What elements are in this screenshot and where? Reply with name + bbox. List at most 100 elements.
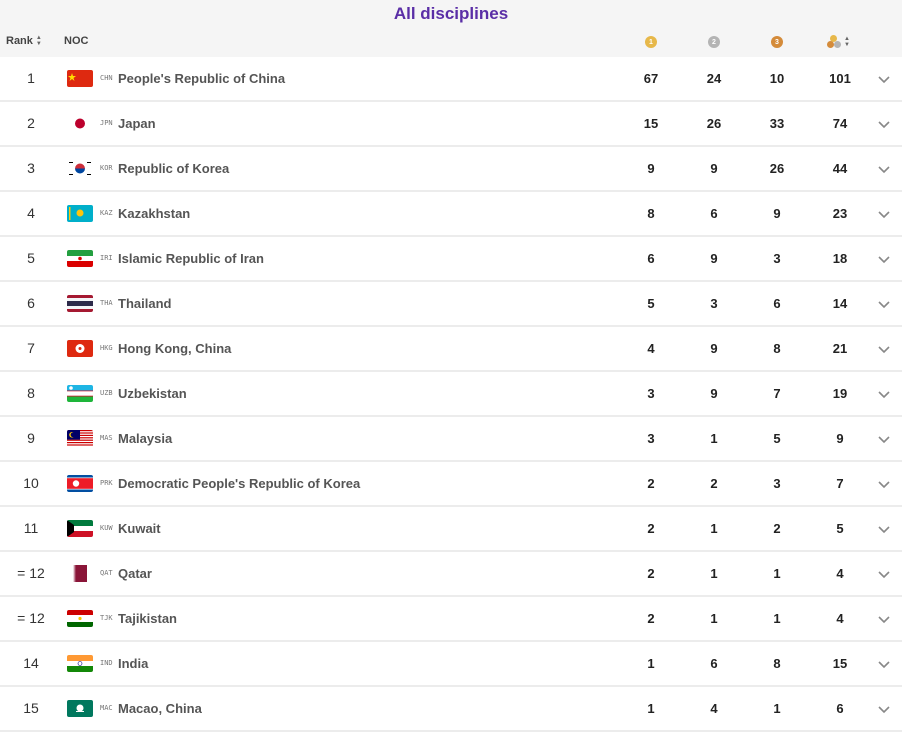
- bronze-count: 7: [773, 386, 781, 401]
- silver-count: 24: [706, 71, 722, 86]
- chevron-down-icon[interactable]: [876, 431, 892, 447]
- table-row[interactable]: = 12 TJK Tajikistan 2 1 1 4: [0, 597, 902, 642]
- total-count: 9: [836, 431, 844, 446]
- rank-cell: 5: [27, 250, 35, 266]
- silver-count: 9: [710, 341, 718, 356]
- chevron-down-icon[interactable]: [876, 386, 892, 402]
- noc-code: HKG: [100, 344, 113, 352]
- table-row[interactable]: 9 MAS Malaysia 3 1 5 9: [0, 417, 902, 462]
- total-column-header[interactable]: ▲ ▼: [827, 35, 850, 49]
- rank-cell: 11: [23, 520, 39, 536]
- flag-icon: [67, 385, 93, 402]
- flag-icon: [67, 655, 93, 672]
- chevron-down-icon[interactable]: [876, 161, 892, 177]
- total-count: 44: [832, 161, 848, 176]
- medal-table: 1 CHN People's Republic of China 67 24 1…: [0, 57, 902, 732]
- gold-count: 9: [647, 161, 655, 176]
- flag-icon: [67, 115, 93, 132]
- rank-cell: 14: [23, 655, 39, 671]
- noc-code: JPN: [100, 119, 113, 127]
- rank-column-header[interactable]: Rank ▲ ▼: [6, 35, 42, 47]
- gold-count: 1: [647, 656, 655, 671]
- table-row[interactable]: = 12 QAT Qatar 2 1 1 4: [0, 552, 902, 597]
- rank-cell: 9: [27, 430, 35, 446]
- gold-count: 5: [647, 296, 655, 311]
- gold-count: 2: [647, 611, 655, 626]
- table-row[interactable]: 3 KOR Republic of Korea 9 9 26 44: [0, 147, 902, 192]
- bronze-count: 3: [773, 476, 781, 491]
- gold-count: 3: [647, 431, 655, 446]
- table-row[interactable]: 14 IND India 1 6 8 15: [0, 642, 902, 687]
- chevron-down-icon[interactable]: [876, 71, 892, 87]
- chevron-down-icon[interactable]: [876, 521, 892, 537]
- silver-count: 1: [710, 566, 718, 581]
- flag-icon: [67, 475, 93, 492]
- chevron-down-icon[interactable]: [876, 206, 892, 222]
- table-row[interactable]: 8 UZB Uzbekistan 3 9 7 19: [0, 372, 902, 417]
- page-title: All disciplines: [393, 4, 509, 23]
- gold-count: 6: [647, 251, 655, 266]
- noc-code: TJK: [100, 614, 113, 622]
- total-count: 15: [832, 656, 848, 671]
- noc-code: MAS: [100, 434, 113, 442]
- rank-header-label: Rank: [6, 35, 33, 47]
- bronze-count: 1: [773, 566, 781, 581]
- country-name: Japan: [118, 116, 156, 131]
- gold-count: 67: [643, 71, 659, 86]
- total-count: 74: [832, 116, 848, 131]
- noc-code: QAT: [100, 569, 113, 577]
- bronze-count: 26: [769, 161, 785, 176]
- chevron-down-icon[interactable]: [876, 611, 892, 627]
- table-row[interactable]: 4 KAZ Kazakhstan 8 6 9 23: [0, 192, 902, 237]
- table-row[interactable]: 6 THA Thailand 5 3 6 14: [0, 282, 902, 327]
- gold-count: 2: [647, 476, 655, 491]
- bronze-count: 1: [773, 611, 781, 626]
- table-row[interactable]: 10 PRK Democratic People's Republic of K…: [0, 462, 902, 507]
- flag-icon: [67, 160, 93, 177]
- flag-icon: [67, 430, 93, 447]
- noc-code: IND: [100, 659, 113, 667]
- flag-icon: [67, 205, 93, 222]
- bronze-count: 2: [773, 521, 781, 536]
- chevron-down-icon[interactable]: [876, 566, 892, 582]
- bronze-count: 5: [773, 431, 781, 446]
- rank-cell: 2: [27, 115, 35, 131]
- noc-code: MAC: [100, 704, 113, 712]
- noc-code: KUW: [100, 524, 113, 532]
- silver-count: 9: [710, 386, 718, 401]
- rank-cell: = 12: [17, 565, 45, 581]
- country-name: Islamic Republic of Iran: [118, 251, 264, 266]
- gold-count: 8: [647, 206, 655, 221]
- gold-count: 1: [647, 701, 655, 716]
- flag-icon: [67, 250, 93, 267]
- bronze-count: 6: [773, 296, 781, 311]
- flag-icon: [67, 295, 93, 312]
- country-name: Macao, China: [118, 701, 202, 716]
- chevron-down-icon[interactable]: [876, 116, 892, 132]
- gold-count: 15: [643, 116, 659, 131]
- gold-count: 4: [647, 341, 655, 356]
- chevron-down-icon[interactable]: [876, 476, 892, 492]
- table-row[interactable]: 1 CHN People's Republic of China 67 24 1…: [0, 57, 902, 102]
- chevron-down-icon[interactable]: [876, 701, 892, 717]
- table-row[interactable]: 2 JPN Japan 15 26 33 74: [0, 102, 902, 147]
- table-row[interactable]: 7 HKG Hong Kong, China 4 9 8 21: [0, 327, 902, 372]
- country-name: Kazakhstan: [118, 206, 191, 221]
- country-name: Qatar: [118, 566, 152, 581]
- total-count: 14: [832, 296, 848, 311]
- rank-cell: 15: [23, 700, 39, 716]
- chevron-down-icon[interactable]: [876, 296, 892, 312]
- chevron-down-icon[interactable]: [876, 251, 892, 267]
- noc-code: UZB: [100, 389, 113, 397]
- silver-count: 9: [710, 251, 718, 266]
- total-count: 23: [832, 206, 848, 221]
- chevron-down-icon[interactable]: [876, 341, 892, 357]
- noc-column-header: NOC: [64, 35, 89, 47]
- table-row[interactable]: 11 KUW Kuwait 2 1 2 5: [0, 507, 902, 552]
- all-medals-icon: [827, 35, 841, 49]
- rank-cell: 3: [27, 160, 35, 176]
- flag-icon: [67, 565, 93, 582]
- table-row[interactable]: 15 MAC Macao, China 1 4 1 6: [0, 687, 902, 732]
- table-row[interactable]: 5 IRI Islamic Republic of Iran 6 9 3 18: [0, 237, 902, 282]
- chevron-down-icon[interactable]: [876, 656, 892, 672]
